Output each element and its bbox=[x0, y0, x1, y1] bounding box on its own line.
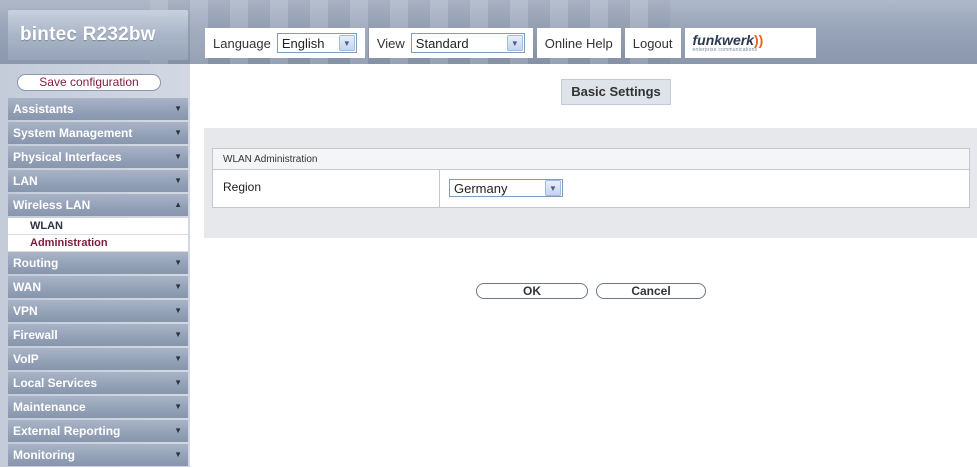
logo-mark: )) bbox=[753, 32, 764, 48]
sidebar-item-label: VPN bbox=[13, 304, 38, 318]
sidebar-item-wireless-lan[interactable]: Wireless LAN ▲ bbox=[8, 194, 188, 216]
sidebar-item-label: Firewall bbox=[13, 328, 58, 342]
main-content: Basic Settings WLAN Administration Regio… bbox=[204, 64, 977, 467]
sidebar: Save configuration Assistants ▼ System Man… bbox=[0, 64, 190, 467]
chevron-down-icon: ▼ bbox=[174, 282, 182, 291]
form-actions: OK Cancel bbox=[204, 280, 977, 302]
logo-word: funkwerk bbox=[692, 32, 754, 48]
sidebar-item-monitoring[interactable]: Monitoring ▼ bbox=[8, 444, 188, 466]
chevron-down-icon: ▼ bbox=[174, 176, 182, 185]
online-help-label: Online Help bbox=[544, 35, 613, 51]
language-value: English bbox=[281, 35, 325, 51]
logout-link[interactable]: Logout bbox=[624, 28, 681, 58]
sidebar-item-firewall[interactable]: Firewall ▼ bbox=[8, 324, 188, 346]
sidebar-item-label: LAN bbox=[13, 174, 38, 188]
region-value: Germany bbox=[454, 180, 508, 196]
region-select[interactable]: Germany ▼ bbox=[449, 179, 563, 197]
sidebar-item-vpn[interactable]: VPN ▼ bbox=[8, 300, 188, 322]
logout-label: Logout bbox=[632, 35, 673, 51]
sidebar-item-label: Assistants bbox=[13, 102, 74, 116]
sidebar-item-wan[interactable]: WAN ▼ bbox=[8, 276, 188, 298]
sidebar-item-maintenance[interactable]: Maintenance ▼ bbox=[8, 396, 188, 418]
funkwerk-logo: funkwerk)) enterprise communications bbox=[684, 28, 816, 58]
sidebar-item-physical-interfaces[interactable]: Physical Interfaces ▼ bbox=[8, 146, 188, 168]
chevron-down-icon: ▼ bbox=[174, 128, 182, 137]
logo-subtitle: enterprise communications bbox=[692, 47, 758, 53]
sidebar-menu: Assistants ▼ System Management ▼ Physical In… bbox=[8, 98, 188, 468]
row-divider bbox=[439, 170, 440, 207]
language-label: Language bbox=[213, 35, 271, 51]
view-value: Standard bbox=[415, 35, 469, 51]
region-row: Region Germany ▼ bbox=[213, 170, 969, 207]
sidebar-item-label: VoIP bbox=[13, 352, 39, 366]
view-cell: View Standard ▼ bbox=[368, 28, 533, 58]
chevron-down-icon: ▼ bbox=[506, 35, 523, 51]
chevron-down-icon: ▼ bbox=[338, 35, 355, 51]
sidebar-item-label: WAN bbox=[13, 280, 41, 294]
chevron-down-icon: ▼ bbox=[174, 378, 182, 387]
chevron-down-icon: ▼ bbox=[174, 306, 182, 315]
sidebar-item-label: Local Services bbox=[13, 376, 98, 390]
header-bar: bintec R232bw Language English ▼ View St… bbox=[0, 0, 977, 64]
save-configuration-button[interactable]: Save configuration bbox=[17, 74, 161, 91]
sidebar-item-label: Wireless LAN bbox=[13, 198, 91, 212]
chevron-down-icon: ▼ bbox=[174, 258, 182, 267]
sidebar-item-label: External Reporting bbox=[13, 424, 121, 438]
sidebar-item-system-management[interactable]: System Management ▼ bbox=[8, 122, 188, 144]
cancel-button[interactable]: Cancel bbox=[596, 283, 706, 299]
sidebar-item-voip[interactable]: VoIP ▼ bbox=[8, 348, 188, 370]
ok-button[interactable]: OK bbox=[476, 283, 588, 299]
chevron-down-icon: ▼ bbox=[545, 180, 561, 196]
sidebar-subitem-wlan[interactable]: WLAN bbox=[8, 218, 188, 235]
settings-panel: WLAN Administration Region Germany ▼ OK … bbox=[204, 128, 977, 299]
chevron-down-icon: ▼ bbox=[174, 104, 182, 113]
sidebar-item-label: Monitoring bbox=[13, 448, 75, 462]
region-label: Region bbox=[223, 180, 262, 194]
sidebar-item-label: Maintenance bbox=[13, 400, 86, 414]
chevron-down-icon: ▼ bbox=[174, 152, 182, 161]
chevron-down-icon: ▼ bbox=[174, 330, 182, 339]
sidebar-item-label: Physical Interfaces bbox=[13, 150, 122, 164]
sidebar-item-label: Routing bbox=[13, 256, 59, 270]
tab-basic-settings[interactable]: Basic Settings bbox=[561, 79, 671, 105]
section-title: WLAN Administration bbox=[213, 149, 969, 170]
view-select[interactable]: Standard ▼ bbox=[410, 33, 525, 53]
brand-title: bintec R232bw bbox=[20, 24, 156, 45]
sidebar-item-external-reporting[interactable]: External Reporting ▼ bbox=[8, 420, 188, 442]
sidebar-item-routing[interactable]: Routing ▼ bbox=[8, 252, 188, 274]
chevron-down-icon: ▼ bbox=[174, 354, 182, 363]
sidebar-item-label: System Management bbox=[13, 126, 133, 140]
online-help-link[interactable]: Online Help bbox=[536, 28, 621, 58]
sidebar-item-assistants[interactable]: Assistants ▼ bbox=[8, 98, 188, 120]
sidebar-subitem-administration[interactable]: Administration bbox=[8, 235, 188, 252]
language-select[interactable]: English ▼ bbox=[276, 33, 357, 53]
language-cell: Language English ▼ bbox=[205, 28, 365, 58]
top-toolbar: Language English ▼ View Standard ▼ Onlin… bbox=[205, 28, 816, 58]
sidebar-item-lan[interactable]: LAN ▼ bbox=[8, 170, 188, 192]
chevron-down-icon: ▼ bbox=[174, 402, 182, 411]
wlan-administration-section: WLAN Administration Region Germany ▼ bbox=[212, 148, 970, 208]
chevron-down-icon: ▼ bbox=[174, 426, 182, 435]
view-label: View bbox=[376, 35, 405, 51]
chevron-down-icon: ▼ bbox=[174, 450, 182, 459]
chevron-up-icon: ▲ bbox=[174, 200, 182, 209]
sidebar-item-local-services[interactable]: Local Services ▼ bbox=[8, 372, 188, 394]
